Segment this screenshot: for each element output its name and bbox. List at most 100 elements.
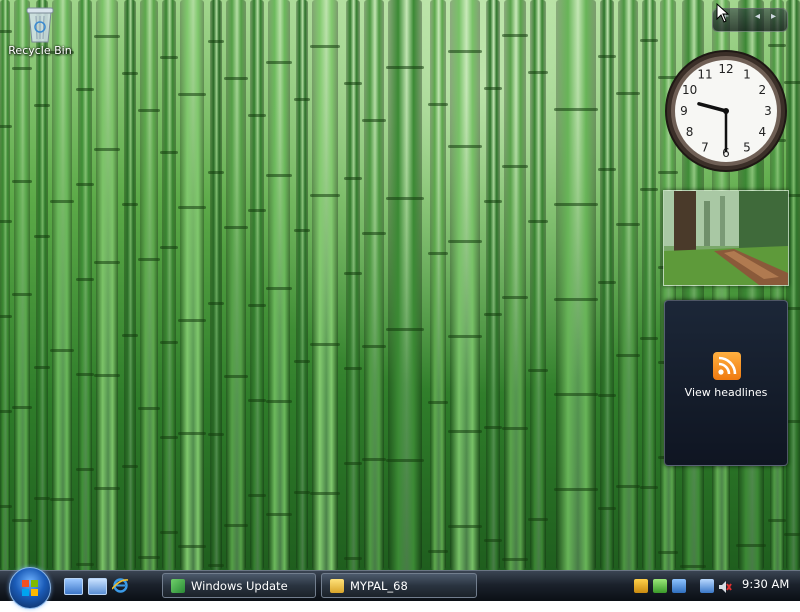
- bamboo-node: [0, 505, 12, 508]
- bamboo-node: [266, 287, 292, 290]
- taskbar-button-windows-update[interactable]: Windows Update: [162, 573, 316, 598]
- bamboo-node: [680, 565, 706, 568]
- bamboo-node: [294, 491, 310, 494]
- taskbar-button-mypal[interactable]: MYPAL_68: [321, 573, 477, 598]
- bamboo-node: [502, 558, 528, 561]
- bamboo-node: [208, 302, 224, 305]
- bamboo-node: [310, 343, 340, 346]
- bamboo-node: [122, 203, 138, 206]
- bamboo-node: [598, 281, 616, 284]
- clock-numeral: 12: [718, 62, 733, 76]
- desktop-icon-recycle-bin[interactable]: Recycle Bin: [6, 2, 74, 68]
- bamboo-stalk: [428, 0, 448, 570]
- bamboo-node: [160, 341, 178, 344]
- taskbar: Windows Update MYPAL_68 9:30 AM: [0, 567, 800, 609]
- clock-gadget[interactable]: 12 1 2 3 4 5 6 7 8 9 10 11: [664, 49, 788, 173]
- bamboo-node: [0, 315, 12, 318]
- bamboo-node: [266, 400, 292, 403]
- bamboo-stalk: [34, 0, 50, 570]
- display-icon[interactable]: [700, 579, 714, 593]
- bamboo-node: [224, 226, 248, 229]
- clock-numeral: 10: [682, 83, 697, 97]
- bamboo-node: [248, 209, 266, 212]
- network-check-icon[interactable]: [653, 579, 667, 593]
- bamboo-node: [294, 229, 310, 232]
- bamboo-node: [248, 114, 266, 117]
- bamboo-node: [0, 220, 12, 223]
- bamboo-node: [386, 459, 424, 462]
- volume-muted-icon[interactable]: [718, 579, 732, 593]
- bamboo-node: [34, 104, 50, 107]
- bamboo-node: [528, 369, 548, 372]
- next-icon[interactable]: ▸: [771, 11, 776, 22]
- feed-headlines-gadget[interactable]: View headlines: [664, 300, 788, 466]
- bamboo-node: [0, 410, 12, 413]
- bamboo-node: [208, 433, 224, 436]
- bamboo-node: [12, 519, 32, 522]
- bamboo-stalk: [294, 0, 310, 570]
- bamboo-node: [34, 497, 50, 500]
- bamboo-node: [616, 354, 640, 357]
- bamboo-stalk: [12, 0, 32, 570]
- bamboo-node: [428, 252, 448, 255]
- slideshow-image: [664, 191, 788, 285]
- bamboo-node: [598, 394, 616, 397]
- bamboo-stalk: [0, 0, 12, 570]
- bamboo-node: [248, 494, 266, 497]
- network-icon[interactable]: [672, 579, 686, 593]
- previous-icon[interactable]: ◂: [755, 11, 760, 22]
- bamboo-node: [598, 507, 616, 510]
- bamboo-node: [138, 109, 160, 112]
- bamboo-node: [640, 337, 658, 340]
- bamboo-stalk: [554, 0, 598, 570]
- bamboo-stalk: [178, 0, 206, 570]
- bamboo-node: [266, 513, 292, 516]
- bamboo-stalk: [208, 0, 224, 570]
- bamboo-node: [784, 533, 800, 536]
- security-shield-icon[interactable]: [634, 579, 648, 593]
- bamboo-stalk: [640, 0, 658, 570]
- bamboo-stalk: [160, 0, 178, 570]
- recycle-bin-icon: [25, 4, 55, 44]
- clock-face: 12 1234567891011: [665, 50, 787, 172]
- bamboo-node: [12, 293, 32, 296]
- bamboo-node: [554, 108, 598, 111]
- clock-numeral: 11: [697, 68, 712, 82]
- bamboo-node: [768, 519, 786, 522]
- bamboo-node: [294, 98, 310, 101]
- bamboo-node: [528, 518, 548, 521]
- bamboo-stalk: [310, 0, 340, 570]
- start-button[interactable]: [9, 567, 51, 609]
- internet-explorer-icon[interactable]: [111, 577, 129, 593]
- view-headlines-link[interactable]: View headlines: [665, 386, 787, 399]
- bamboo-node: [76, 373, 94, 376]
- bamboo-node: [266, 61, 292, 64]
- bamboo-node: [248, 304, 266, 307]
- bamboo-node: [122, 465, 138, 468]
- bamboo-stalk: [248, 0, 266, 570]
- bamboo-node: [640, 188, 658, 191]
- bamboo-node: [34, 366, 50, 369]
- clock-numeral: 2: [759, 83, 767, 97]
- show-desktop-icon[interactable]: [64, 578, 83, 595]
- bamboo-stalk: [616, 0, 640, 570]
- bamboo-node: [208, 564, 224, 567]
- bamboo-node: [344, 367, 362, 370]
- bamboo-stalk: [598, 0, 616, 570]
- bamboo-node: [310, 492, 340, 495]
- bamboo-node: [160, 531, 178, 534]
- bamboo-node: [344, 82, 362, 85]
- bamboo-node: [12, 406, 32, 409]
- bamboo-node: [178, 432, 206, 435]
- bamboo-node: [554, 393, 598, 396]
- bamboo-node: [266, 174, 292, 177]
- bamboo-node: [658, 551, 678, 554]
- bamboo-node: [554, 298, 598, 301]
- bamboo-node: [344, 462, 362, 465]
- taskbar-clock[interactable]: 9:30 AM: [742, 577, 789, 591]
- slideshow-gadget[interactable]: [663, 190, 789, 286]
- switch-windows-icon[interactable]: [88, 578, 107, 595]
- bamboo-node: [208, 171, 224, 174]
- bamboo-node: [344, 557, 362, 560]
- bamboo-node: [138, 556, 160, 559]
